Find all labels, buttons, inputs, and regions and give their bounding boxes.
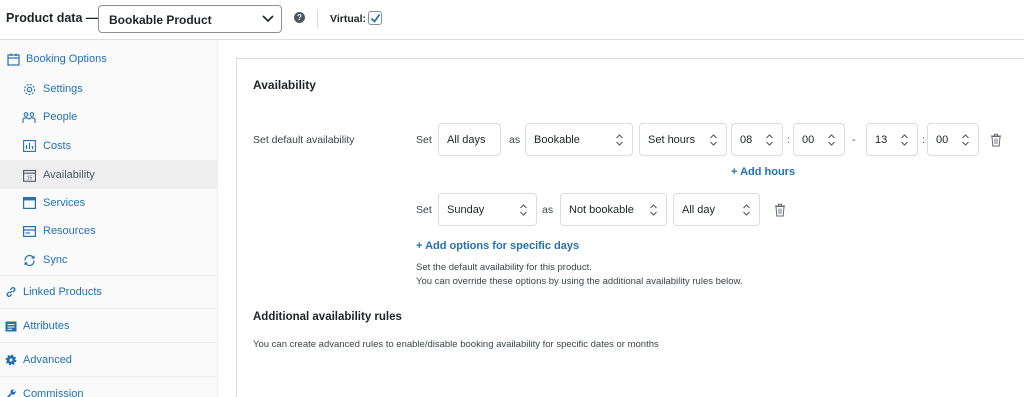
tab-label: Commission <box>23 388 84 397</box>
days-value: All days <box>447 134 486 146</box>
tab-label: Costs <box>43 140 72 152</box>
tab-label: Settings <box>43 83 83 95</box>
window-icon <box>22 196 36 210</box>
updown-chevron-icon <box>743 204 750 216</box>
sidebar-divider <box>0 342 218 343</box>
as-label: as <box>509 134 521 146</box>
set-label: Set <box>416 134 432 146</box>
checkmark-icon <box>370 13 381 23</box>
trash-icon[interactable] <box>774 203 786 217</box>
tab-costs[interactable]: Costs <box>0 132 218 160</box>
additional-rules-description: You can create advanced rules to enable/… <box>253 339 659 350</box>
tab-label: Services <box>43 197 86 209</box>
tab-label: Availability <box>43 169 95 181</box>
gear-icon <box>22 82 36 96</box>
product-data-title: Product data — <box>6 11 99 25</box>
virtual-checkbox[interactable] <box>368 11 382 25</box>
from-hour-value: 08 <box>740 134 753 146</box>
sync-icon <box>22 253 36 267</box>
updown-chevron-icon <box>828 134 835 146</box>
time-colon: : <box>787 134 790 146</box>
set-label: Set <box>416 204 432 216</box>
tab-resources[interactable]: Resources <box>0 217 218 245</box>
additional-rules-heading: Additional availability rules <box>253 311 402 323</box>
updown-chevron-icon <box>520 204 527 216</box>
time-dash: - <box>852 134 856 146</box>
from-minute-value: 00 <box>802 134 815 146</box>
tab-linked-products[interactable]: Linked Products <box>0 278 218 306</box>
tab-booking-options[interactable]: Booking Options <box>0 45 218 73</box>
calendar-icon <box>6 52 20 66</box>
to-minute-select[interactable]: 00 <box>927 123 979 156</box>
tab-advanced[interactable]: Advanced <box>0 346 218 374</box>
add-options-link[interactable]: + Add options for specific days <box>416 240 579 252</box>
header-divider <box>317 10 318 28</box>
day-mode-select[interactable]: All day <box>673 193 760 226</box>
tab-label: People <box>43 111 78 123</box>
updown-chevron-icon <box>901 134 908 146</box>
updown-chevron-icon <box>616 134 623 146</box>
as-label: as <box>542 204 554 216</box>
calendar-day-icon: 15 <box>22 168 36 182</box>
tab-label: Sync <box>43 254 68 266</box>
wrench-icon <box>4 387 18 397</box>
tab-settings[interactable]: Settings <box>0 75 218 103</box>
availability-heading: Availability <box>253 78 316 92</box>
trash-icon[interactable] <box>990 133 1002 147</box>
hours-mode-value: Set hours <box>648 134 696 146</box>
updown-chevron-icon <box>650 204 657 216</box>
tab-label: Advanced <box>23 354 72 366</box>
updown-chevron-icon <box>766 134 773 146</box>
help-icon[interactable]: ? <box>294 12 305 23</box>
tab-commission[interactable]: Commission <box>0 380 218 397</box>
sidebar-divider <box>0 376 218 377</box>
default-availability-label: Set default availability <box>253 134 355 146</box>
tab-services[interactable]: Services <box>0 189 218 217</box>
tab-people[interactable]: People <box>0 103 218 131</box>
tab-label: Resources <box>43 225 96 237</box>
chevron-down-icon <box>262 15 274 23</box>
gear-solid-icon <box>4 353 18 367</box>
tab-label: Attributes <box>23 320 70 332</box>
product-data-tabs: Booking Options Settings People Costs 15… <box>0 40 218 397</box>
day-status-select[interactable]: Not bookable <box>560 193 667 226</box>
day-mode-value: All day <box>682 204 716 216</box>
virtual-label: Virtual: <box>330 13 366 25</box>
hours-mode-select[interactable]: Set hours <box>639 123 727 156</box>
list-icon <box>4 319 18 333</box>
sidebar-divider <box>0 308 218 309</box>
card-icon <box>22 224 36 238</box>
bar-chart-icon <box>22 139 36 153</box>
time-colon: : <box>922 134 925 146</box>
tab-attributes[interactable]: Attributes <box>0 312 218 340</box>
to-hour-select[interactable]: 13 <box>866 123 918 156</box>
people-icon <box>22 110 36 124</box>
sidebar-divider <box>0 275 218 276</box>
tab-sync[interactable]: Sync <box>0 246 218 274</box>
tab-availability[interactable]: 15 Availability <box>0 160 218 189</box>
updown-chevron-icon <box>962 134 969 146</box>
add-hours-link[interactable]: + Add hours <box>731 166 795 178</box>
availability-note: You can override these options by using … <box>416 276 743 287</box>
tab-label: Linked Products <box>23 286 102 298</box>
product-data-header: Product data — Bookable Product ? Virtua… <box>0 0 1024 40</box>
product-type-value: Bookable Product <box>109 13 212 27</box>
product-type-select[interactable]: Bookable Product <box>98 5 282 33</box>
to-minute-value: 00 <box>936 134 949 146</box>
svg-text:15: 15 <box>26 175 32 181</box>
updown-chevron-icon <box>710 134 717 146</box>
link-icon <box>4 285 18 299</box>
from-hour-select[interactable]: 08 <box>731 123 783 156</box>
day-status-value: Not bookable <box>569 204 634 216</box>
status-value: Bookable <box>534 134 580 146</box>
days-select[interactable]: All days <box>438 123 501 156</box>
day-select[interactable]: Sunday <box>438 193 537 226</box>
from-minute-select[interactable]: 00 <box>793 123 845 156</box>
availability-note: Set the default availability for this pr… <box>416 262 592 273</box>
status-select[interactable]: Bookable <box>525 123 633 156</box>
to-hour-value: 13 <box>875 134 888 146</box>
tab-label: Booking Options <box>26 53 107 65</box>
day-value: Sunday <box>447 204 485 216</box>
